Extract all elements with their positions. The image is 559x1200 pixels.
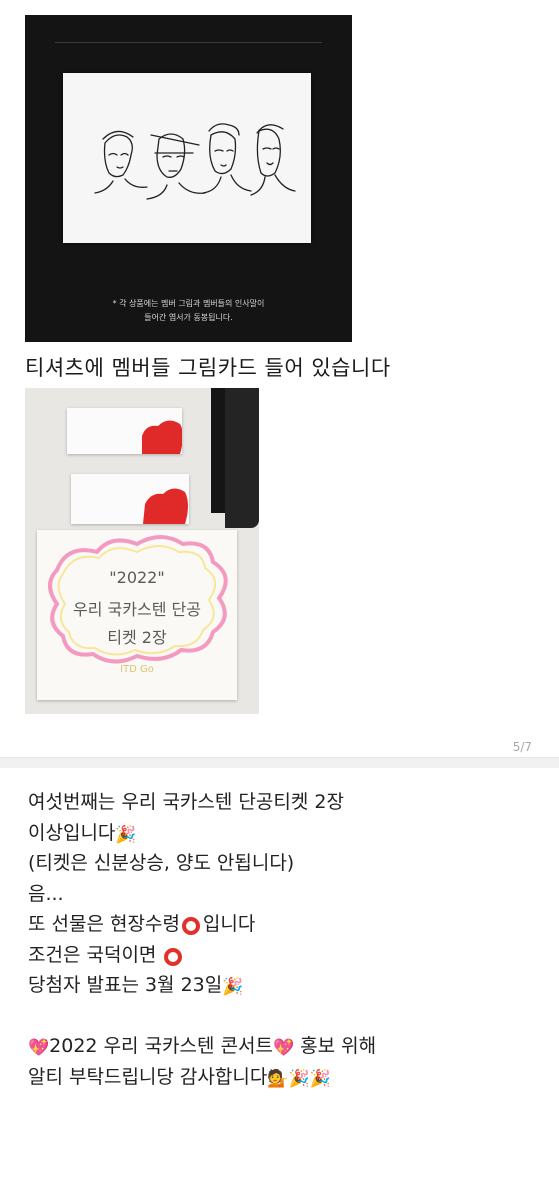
post-heading: 티셔츠에 멤버들 그림카드 들어 있습니다 [25, 356, 391, 380]
black-tshirt-bag-fold [225, 388, 259, 528]
red-circle-icon [164, 947, 183, 966]
post-line: 당첨자 발표는 3월 23일🎉 [28, 970, 538, 1001]
post-body: 여섯번째는 우리 국카스텐 단공티켓 2장 이상입니다🎉 (티켓은 신분상승, … [28, 787, 538, 1092]
corner-scribble: ITD Go [120, 664, 154, 675]
note-line-2: 우리 국카스텐 단공 [73, 600, 201, 619]
party-popper-icon: 🎉 [309, 1068, 331, 1089]
party-popper-icon: 🎉 [288, 1068, 310, 1089]
ticket-envelope-1 [67, 408, 183, 454]
post-line: 여섯번째는 우리 국카스텐 단공티켓 2장 [28, 787, 538, 818]
ticket-giveaway-photo[interactable]: "2022" 우리 국카스텐 단공 티켓 2장 ITD Go [25, 388, 259, 714]
post-line-text: 2022 우리 국카스텐 콘서트 [49, 1035, 273, 1057]
post-line-text: 음... [28, 882, 64, 905]
post-line-text: 이상입니다 [28, 821, 116, 844]
post-line-text: (티켓은 신분상승, 양도 안됩니다) [28, 852, 295, 874]
handwritten-note-card: "2022" 우리 국카스텐 단공 티켓 2장 ITD Go [37, 530, 237, 700]
sparkling-heart-icon: 💖 [272, 1038, 295, 1058]
party-popper-icon: 🎉 [115, 824, 137, 845]
post-line: 알티 부탁드립니당 감사합니다💁🎉🎉 [28, 1062, 538, 1093]
post-line: (티켓은 신분상승, 양도 안됩니다) [28, 848, 538, 879]
post-line-text: 알티 부탁드립니당 감사합니다 [28, 1065, 268, 1088]
postcard-product-photo[interactable]: * 각 상품에는 멤버 그림과 멤버들의 인사말이 들어간 엽서가 동봉됩니다. [25, 15, 352, 342]
note-line-3: 티켓 2장 [107, 628, 167, 647]
person-tipping-hand-icon: 💁 [267, 1068, 289, 1089]
post-line-text: 입니다 [202, 913, 256, 935]
post-line: 음... [28, 879, 538, 910]
party-popper-icon: 🎉 [222, 977, 244, 997]
post-line-text: 또 선물은 현장수령 [28, 913, 180, 935]
post-line-text: 조건은 국덕이면 [28, 943, 163, 966]
post-line: 또 선물은 현장수령 입니다 [28, 909, 538, 940]
postcard-caption-line-1: * 각 상품에는 멤버 그림과 멤버들의 인사말이 [112, 299, 265, 308]
heart-sticker-icon [143, 488, 188, 524]
post-line: 조건은 국덕이면 [28, 940, 538, 971]
section-divider [0, 757, 559, 768]
heart-sticker-icon [142, 420, 183, 454]
post-line-text: 당첨자 발표는 3월 23일 [28, 974, 223, 996]
post-line: 이상입니다🎉 [28, 818, 538, 849]
postcard-sketch [63, 73, 311, 243]
red-circle-icon [181, 917, 200, 935]
postcard-caption-line-2: 들어간 엽서가 동봉됩니다. [144, 313, 233, 322]
member-sketch-drawing [94, 123, 296, 200]
image-page-indicator: 5/7 [512, 740, 532, 754]
post-line-text: 홍보 위해 [294, 1035, 377, 1057]
sparkling-heart-icon: 💖 [28, 1038, 50, 1058]
photo-divider-line [55, 42, 322, 43]
post-line: 💖2022 우리 국카스텐 콘서트💖 홍보 위해 [28, 1031, 538, 1062]
note-line-1: "2022" [109, 568, 165, 587]
ticket-envelope-2 [71, 474, 189, 524]
post-line-text: 여섯번째는 우리 국카스텐 단공티켓 2장 [28, 791, 344, 813]
